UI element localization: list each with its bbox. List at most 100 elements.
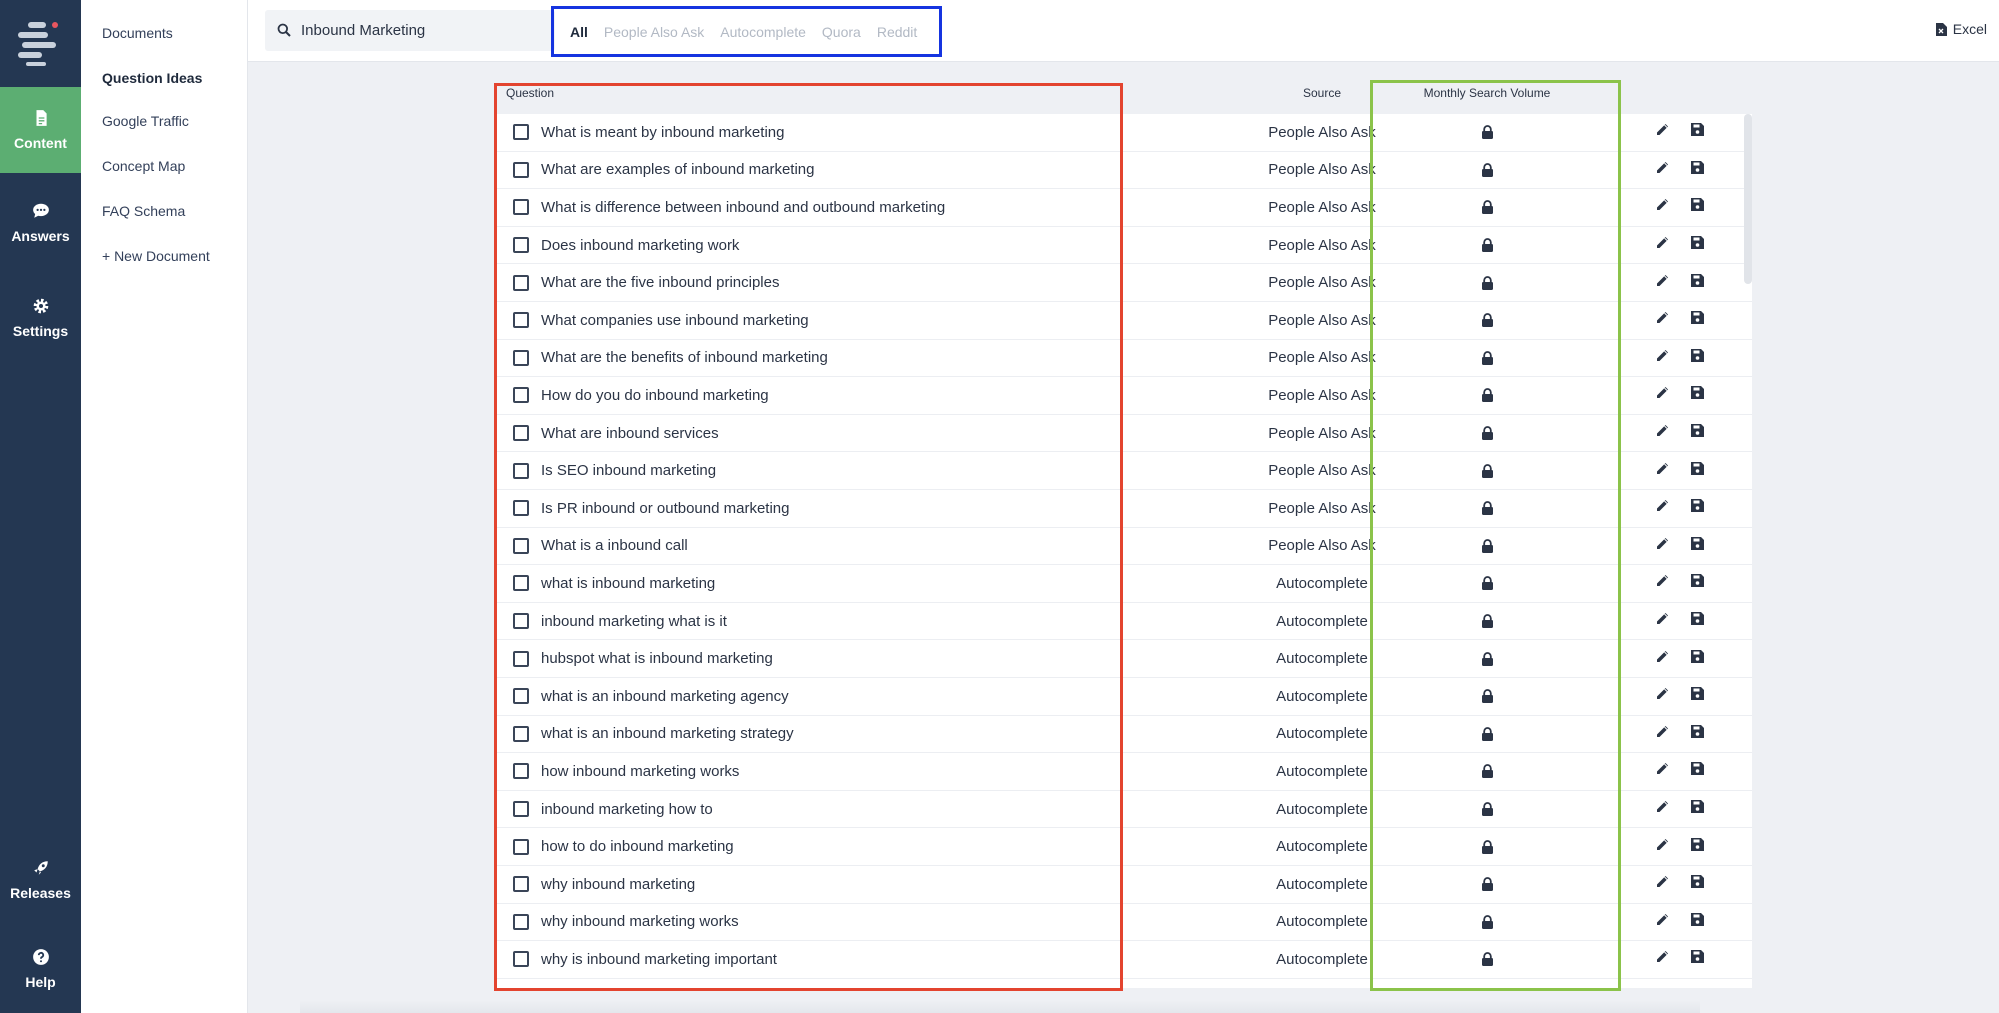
save-icon[interactable] (1691, 536, 1704, 555)
pencil-icon[interactable] (1655, 348, 1670, 368)
save-icon[interactable] (1691, 273, 1704, 292)
table-scrollbar[interactable] (1744, 114, 1752, 284)
row-checkbox[interactable] (513, 650, 529, 667)
subnav-item-google-traffic[interactable]: Google Traffic (102, 113, 189, 129)
lock-icon[interactable] (1478, 539, 1496, 553)
lock-icon[interactable] (1478, 915, 1496, 929)
subnav-item-question-ideas[interactable]: Question Ideas (102, 70, 202, 86)
save-icon[interactable] (1691, 236, 1704, 254)
save-icon[interactable] (1691, 724, 1704, 743)
pencil-icon[interactable] (1655, 874, 1670, 894)
row-checkbox[interactable] (513, 349, 529, 366)
tab-all[interactable]: All (570, 24, 588, 40)
pencil-icon[interactable] (1655, 761, 1670, 781)
row-checkbox[interactable] (513, 500, 529, 517)
subnav-item-concept-map[interactable]: Concept Map (102, 158, 185, 174)
row-checkbox[interactable] (513, 161, 529, 178)
tab-people-also-ask[interactable]: People Also Ask (604, 24, 704, 40)
lock-icon[interactable] (1478, 877, 1496, 892)
pencil-icon[interactable] (1655, 912, 1670, 932)
pencil-icon[interactable] (1655, 649, 1670, 669)
save-icon[interactable] (1691, 198, 1704, 216)
pencil-icon[interactable] (1655, 122, 1670, 142)
pencil-icon[interactable] (1655, 799, 1670, 819)
lock-icon[interactable] (1478, 727, 1496, 741)
subnav-item-documents[interactable]: Documents (102, 25, 173, 41)
rail-item-help[interactable]: Help (0, 926, 81, 1012)
column-header-monthly-search-volume[interactable]: Monthly Search Volume (1377, 86, 1597, 100)
save-icon[interactable] (1691, 837, 1704, 856)
row-checkbox[interactable] (513, 801, 529, 818)
pencil-icon[interactable] (1655, 949, 1670, 969)
lock-icon[interactable] (1478, 275, 1496, 290)
pencil-icon[interactable] (1655, 837, 1670, 857)
lock-icon[interactable] (1478, 651, 1496, 666)
row-checkbox[interactable] (513, 838, 529, 855)
app-logo-icon[interactable] (16, 18, 64, 66)
lock-icon[interactable] (1478, 802, 1496, 817)
save-icon[interactable] (1691, 800, 1704, 818)
tab-autocomplete[interactable]: Autocomplete (720, 24, 806, 40)
row-checkbox[interactable] (513, 613, 529, 630)
pencil-icon[interactable] (1655, 724, 1670, 744)
new-document-link[interactable]: + New Document (102, 248, 210, 264)
save-icon[interactable] (1691, 762, 1704, 780)
lock-icon[interactable] (1478, 163, 1496, 177)
tab-reddit[interactable]: Reddit (877, 24, 917, 40)
row-checkbox[interactable] (513, 199, 529, 216)
lock-icon[interactable] (1478, 200, 1496, 215)
pencil-icon[interactable] (1655, 686, 1670, 706)
lock-icon[interactable] (1478, 351, 1496, 365)
save-icon[interactable] (1691, 687, 1704, 705)
lock-icon[interactable] (1478, 125, 1496, 140)
row-checkbox[interactable] (513, 876, 529, 893)
pencil-icon[interactable] (1655, 573, 1670, 593)
lock-icon[interactable] (1478, 426, 1496, 441)
save-icon[interactable] (1691, 912, 1704, 931)
row-checkbox[interactable] (513, 688, 529, 705)
lock-icon[interactable] (1478, 764, 1496, 779)
row-checkbox[interactable] (513, 951, 529, 968)
row-checkbox[interactable] (513, 725, 529, 742)
row-checkbox[interactable] (513, 124, 529, 141)
save-icon[interactable] (1691, 461, 1704, 480)
search-input[interactable] (301, 19, 541, 41)
row-checkbox[interactable] (513, 462, 529, 479)
row-checkbox[interactable] (513, 537, 529, 554)
lock-icon[interactable] (1478, 952, 1496, 967)
tab-quora[interactable]: Quora (822, 24, 861, 40)
column-header-question[interactable]: Question (506, 86, 554, 100)
pencil-icon[interactable] (1655, 197, 1670, 217)
save-icon[interactable] (1691, 311, 1704, 329)
save-icon[interactable] (1691, 424, 1704, 442)
row-checkbox[interactable] (513, 237, 529, 254)
row-checkbox[interactable] (513, 387, 529, 404)
row-checkbox[interactable] (513, 913, 529, 930)
row-checkbox[interactable] (513, 425, 529, 442)
lock-icon[interactable] (1478, 614, 1496, 629)
save-icon[interactable] (1691, 123, 1704, 141)
save-icon[interactable] (1691, 160, 1704, 179)
save-icon[interactable] (1691, 649, 1704, 668)
pencil-icon[interactable] (1655, 461, 1670, 481)
save-icon[interactable] (1691, 574, 1704, 592)
pencil-icon[interactable] (1655, 423, 1670, 443)
lock-icon[interactable] (1478, 313, 1496, 328)
row-checkbox[interactable] (513, 575, 529, 592)
rail-item-answers[interactable]: Answers (0, 180, 81, 266)
lock-icon[interactable] (1478, 689, 1496, 704)
lock-icon[interactable] (1478, 463, 1496, 478)
excel-export-button[interactable]: Excel (1935, 21, 1987, 37)
save-icon[interactable] (1691, 875, 1704, 893)
row-checkbox[interactable] (513, 312, 529, 329)
rail-item-releases[interactable]: Releases (0, 837, 81, 923)
pencil-icon[interactable] (1655, 498, 1670, 518)
lock-icon[interactable] (1478, 576, 1496, 591)
lock-icon[interactable] (1478, 388, 1496, 403)
save-icon[interactable] (1691, 950, 1704, 968)
save-icon[interactable] (1691, 386, 1704, 404)
pencil-icon[interactable] (1655, 273, 1670, 293)
row-checkbox[interactable] (513, 763, 529, 780)
lock-icon[interactable] (1478, 238, 1496, 253)
pencil-icon[interactable] (1655, 385, 1670, 405)
